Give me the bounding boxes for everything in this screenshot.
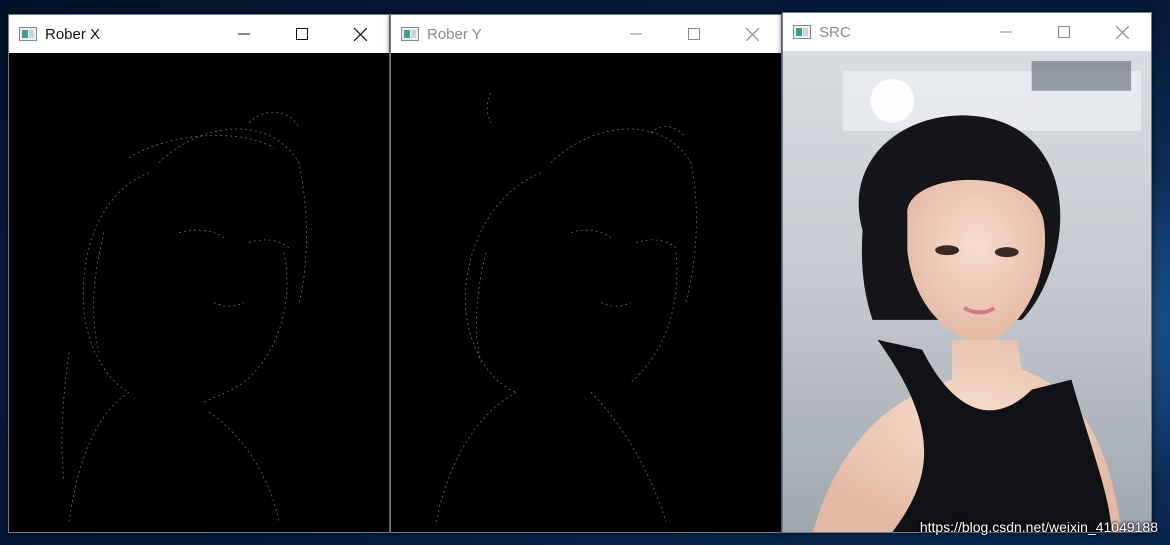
minimize-button[interactable]: [607, 15, 665, 53]
app-icon: [19, 27, 37, 41]
close-icon: [745, 27, 759, 41]
window-src[interactable]: SRC: [782, 12, 1152, 533]
window-title: SRC: [819, 23, 851, 41]
window-rober-y[interactable]: Rober Y: [390, 14, 782, 533]
close-icon: [1115, 25, 1129, 39]
titlebar[interactable]: SRC: [783, 13, 1151, 51]
image-canvas-robert-x: [9, 53, 389, 532]
close-icon: [353, 27, 367, 41]
maximize-button[interactable]: [665, 15, 723, 53]
source-photo: [783, 51, 1151, 532]
app-icon: [401, 27, 419, 41]
app-icon: [793, 25, 811, 39]
edge-image: [9, 53, 389, 532]
image-canvas-robert-y: [391, 53, 781, 532]
close-button[interactable]: [1093, 13, 1151, 51]
titlebar[interactable]: Rober Y: [391, 15, 781, 53]
window-rober-x[interactable]: Rober X: [8, 14, 390, 533]
maximize-icon: [296, 28, 308, 40]
minimize-icon: [238, 33, 250, 35]
window-title: Rober Y: [427, 25, 482, 43]
minimize-icon: [1000, 31, 1012, 33]
window-title: Rober X: [45, 25, 101, 43]
close-button[interactable]: [331, 15, 389, 53]
image-canvas-src: [783, 51, 1151, 532]
close-button[interactable]: [723, 15, 781, 53]
minimize-button[interactable]: [215, 15, 273, 53]
watermark-text: https://blog.csdn.net/weixin_41049188: [919, 519, 1158, 535]
minimize-button[interactable]: [977, 13, 1035, 51]
maximize-button[interactable]: [273, 15, 331, 53]
minimize-icon: [630, 33, 642, 35]
titlebar[interactable]: Rober X: [9, 15, 389, 53]
maximize-icon: [688, 28, 700, 40]
maximize-button[interactable]: [1035, 13, 1093, 51]
maximize-icon: [1058, 26, 1070, 38]
edge-image: [391, 53, 781, 532]
